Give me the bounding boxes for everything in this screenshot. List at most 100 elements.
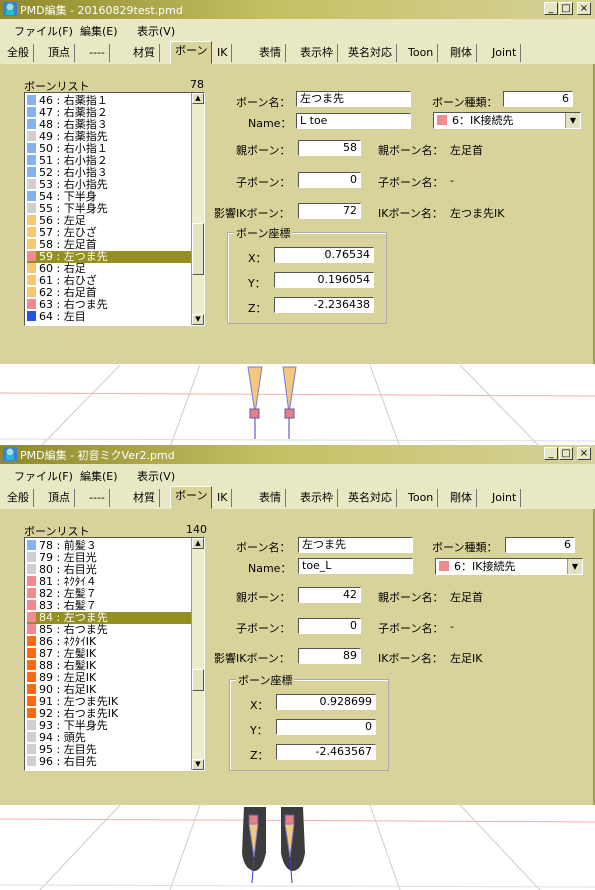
menu-view[interactable]: 表示(V)	[137, 468, 175, 484]
scroll-up-button[interactable]: ▲	[192, 93, 204, 104]
scroll-up-button[interactable]: ▲	[192, 538, 204, 549]
tab-general[interactable]: 全般	[3, 44, 34, 62]
english-name-label: Name：	[248, 117, 292, 130]
x-coord-field[interactable]: 0.928699	[276, 694, 376, 710]
child-bone-name-label: 子ボーン名：	[378, 176, 444, 189]
english-name-field[interactable]: L toe	[296, 113, 411, 129]
3d-viewport-1[interactable]	[0, 365, 595, 447]
bone-type-field[interactable]: 6	[505, 537, 575, 553]
menu-file[interactable]: ファイル(F)	[14, 23, 73, 39]
model-preview	[0, 805, 595, 890]
tab-joint[interactable]: Joint	[488, 489, 522, 507]
bone-list[interactable]: 46 : 右薬指１ 47 : 右薬指２ 48 : 右薬指３ 49 : 右薬指先 50 :…	[24, 92, 205, 326]
bone-color-swatch	[27, 311, 36, 321]
bone-type-field[interactable]: 6	[503, 91, 573, 107]
tab-separator[interactable]: ----	[85, 489, 110, 507]
close-button[interactable]: ×	[577, 2, 591, 15]
child-bone-label: 子ボーン：	[236, 622, 291, 635]
y-coord-field[interactable]: 0.196054	[274, 272, 374, 288]
ik-bone-field[interactable]: 72	[298, 203, 361, 219]
tab-english-name[interactable]: 英名対応	[344, 489, 397, 507]
tab-display-frame[interactable]: 表示枠	[296, 489, 338, 507]
parent-bone-label: 親ボーン：	[236, 144, 291, 157]
bone-name-label: ボーン名：	[236, 96, 291, 109]
bone-type-select[interactable]: 6：IK接続先 ▼	[435, 558, 583, 575]
bone-color-swatch	[27, 203, 36, 213]
z-coord-field[interactable]: -2.236438	[274, 297, 374, 313]
y-coord-field[interactable]: 0	[276, 719, 376, 735]
bone-name-field[interactable]: 左つま先	[296, 91, 411, 107]
ik-bone-name-label: IKボーン名：	[378, 207, 443, 220]
tab-ik[interactable]: IK	[213, 489, 233, 507]
ik-bone-field[interactable]: 89	[298, 648, 361, 664]
menu-edit[interactable]: 編集(E)	[80, 23, 118, 39]
ik-bone-label: 影響IKボーン：	[214, 652, 290, 665]
minimize-button[interactable]: _	[544, 2, 558, 15]
tab-joint[interactable]: Joint	[488, 44, 522, 62]
tab-vertex[interactable]: 頂点	[44, 489, 75, 507]
bone-color-swatch	[27, 648, 36, 658]
english-name-label: Name：	[248, 562, 292, 575]
tab-expression[interactable]: 表情	[255, 44, 286, 62]
pmd-editor-window-2: PMD編集 - 初音ミクVer2.pmd _ □ × ファイル(F) 編集(E)…	[0, 445, 595, 810]
menu-edit[interactable]: 編集(E)	[80, 468, 118, 484]
bone-list-item[interactable]: 96 : 右目先	[27, 756, 191, 768]
z-coord-field[interactable]: -2.463567	[276, 744, 376, 760]
bone-color-swatch	[27, 119, 36, 129]
tab-rigid-body[interactable]: 剛体	[446, 44, 477, 62]
tab-material[interactable]: 材質	[129, 489, 160, 507]
tab-material[interactable]: 材質	[129, 44, 160, 62]
child-bone-field[interactable]: 0	[298, 172, 361, 188]
menu-view[interactable]: 表示(V)	[137, 23, 175, 39]
chevron-down-icon[interactable]: ▼	[565, 113, 580, 128]
bone-type-select[interactable]: 6：IK接続先 ▼	[433, 112, 581, 129]
maximize-button[interactable]: □	[559, 447, 573, 460]
title-bar[interactable]: PMD編集 - 20160829test.pmd _ □ ×	[0, 0, 595, 19]
bone-type-color-swatch	[437, 115, 447, 125]
menu-file[interactable]: ファイル(F)	[14, 468, 73, 484]
minimize-button[interactable]: _	[544, 447, 558, 460]
scroll-thumb[interactable]	[192, 223, 204, 275]
bone-list-scrollbar[interactable]: ▲ ▼	[191, 93, 204, 325]
bone-type-label: ボーン種類：	[432, 96, 498, 109]
x-coord-field[interactable]: 0.76534	[274, 247, 374, 263]
close-button[interactable]: ×	[577, 447, 591, 460]
child-bone-name-label: 子ボーン名：	[378, 622, 444, 635]
bone-color-swatch	[27, 215, 36, 225]
tab-toon[interactable]: Toon	[404, 44, 439, 62]
tab-bone[interactable]: ボーン	[170, 41, 213, 64]
tab-separator[interactable]: ----	[85, 44, 110, 62]
y-label: Y：	[248, 277, 266, 290]
scroll-thumb[interactable]	[192, 669, 204, 691]
bone-list[interactable]: 78 : 前髪３ 79 : 左目光 80 : 右目光 81 : ﾈｸﾀｲ４ 82 : 左…	[24, 537, 205, 771]
bone-list-item[interactable]: 64 : 左目	[27, 311, 191, 323]
tab-rigid-body[interactable]: 剛体	[446, 489, 477, 507]
bone-color-swatch	[27, 636, 36, 646]
tab-english-name[interactable]: 英名対応	[344, 44, 397, 62]
tab-display-frame[interactable]: 表示枠	[296, 44, 338, 62]
3d-viewport-2[interactable]	[0, 805, 595, 890]
tab-ik[interactable]: IK	[213, 44, 233, 62]
scroll-down-button[interactable]: ▼	[192, 314, 204, 325]
child-bone-label: 子ボーン：	[236, 176, 291, 189]
scroll-down-button[interactable]: ▼	[192, 759, 204, 770]
chevron-down-icon[interactable]: ▼	[567, 559, 582, 574]
x-label: X：	[248, 252, 267, 265]
app-icon	[3, 447, 17, 461]
bone-name-field[interactable]: 左つま先	[298, 537, 413, 553]
parent-bone-field[interactable]: 42	[298, 587, 361, 603]
tab-bone[interactable]: ボーン	[170, 486, 213, 509]
parent-bone-field[interactable]: 58	[298, 140, 361, 156]
bone-color-swatch	[27, 191, 36, 201]
english-name-field[interactable]: toe_L	[298, 558, 413, 574]
title-bar[interactable]: PMD編集 - 初音ミクVer2.pmd _ □ ×	[0, 445, 595, 464]
tab-general[interactable]: 全般	[3, 489, 34, 507]
child-bone-field[interactable]: 0	[298, 618, 361, 634]
bone-list-scrollbar[interactable]: ▲ ▼	[191, 538, 204, 770]
tab-vertex[interactable]: 頂点	[44, 44, 75, 62]
maximize-button[interactable]: □	[559, 2, 573, 15]
tab-toon[interactable]: Toon	[404, 489, 439, 507]
bone-color-swatch	[27, 239, 36, 249]
tab-expression[interactable]: 表情	[255, 489, 286, 507]
bone-color-swatch	[27, 564, 36, 574]
